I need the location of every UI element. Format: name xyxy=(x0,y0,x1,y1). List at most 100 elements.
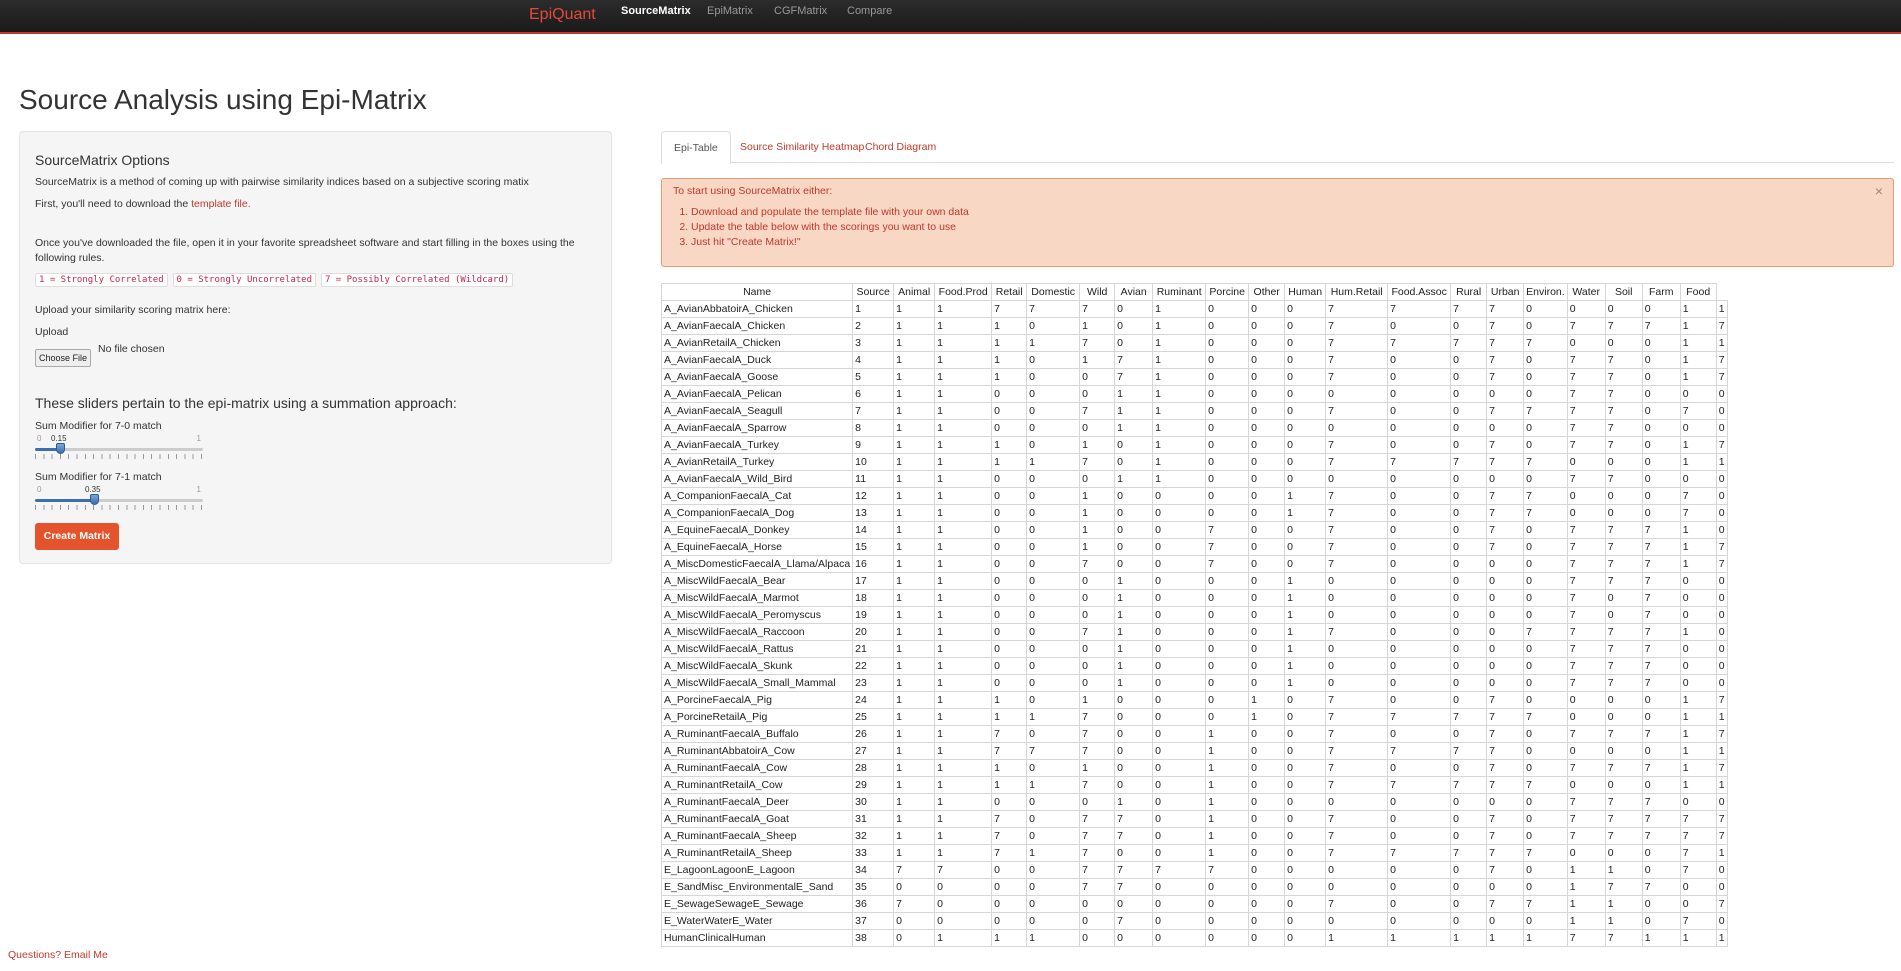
score-cell[interactable]: 0 xyxy=(1641,708,1681,726)
score-cell[interactable]: 7 xyxy=(1325,827,1389,845)
score-cell[interactable]: 0 xyxy=(991,640,1028,658)
score-cell[interactable]: 0 xyxy=(1450,419,1488,437)
score-cell[interactable]: 0 xyxy=(1079,368,1116,386)
score-cell[interactable]: 0 xyxy=(1248,368,1286,386)
score-cell[interactable]: 0 xyxy=(1715,385,1728,403)
score-cell[interactable]: 0 xyxy=(1248,606,1286,624)
score-cell[interactable]: 0 xyxy=(1284,555,1327,573)
score-cell[interactable]: 1 xyxy=(893,300,936,318)
score-cell[interactable]: 0 xyxy=(1387,521,1452,539)
score-cell[interactable]: 0 xyxy=(991,572,1028,590)
score-cell[interactable]: 0 xyxy=(1641,861,1681,879)
score-cell[interactable]: 7 xyxy=(1523,453,1568,471)
score-cell[interactable]: 0 xyxy=(1114,317,1154,335)
score-cell[interactable]: 0 xyxy=(1284,368,1327,386)
score-cell[interactable]: 1 xyxy=(1679,521,1717,539)
score-cell[interactable]: 1 xyxy=(1679,300,1717,318)
score-cell[interactable]: 0 xyxy=(1450,810,1488,828)
score-cell[interactable]: 7 xyxy=(991,300,1028,318)
score-cell[interactable]: 0 xyxy=(1450,368,1488,386)
score-cell[interactable]: 0 xyxy=(1026,759,1081,777)
score-cell[interactable]: 1 xyxy=(1566,861,1606,879)
score-cell[interactable]: 1 xyxy=(1248,691,1286,709)
score-cell[interactable]: 1 xyxy=(991,368,1028,386)
score-cell[interactable]: 0 xyxy=(1205,470,1250,488)
score-cell[interactable]: 0 xyxy=(991,538,1028,556)
score-cell[interactable]: 0 xyxy=(991,912,1028,930)
score-cell[interactable]: 0 xyxy=(1604,300,1643,318)
score-cell[interactable]: 1 xyxy=(1205,742,1250,760)
score-cell[interactable]: 7 xyxy=(1325,776,1389,794)
score-cell[interactable]: 7 xyxy=(1641,606,1681,624)
score-cell[interactable]: 1 xyxy=(1715,300,1728,318)
score-cell[interactable]: 7 xyxy=(1486,691,1525,709)
score-cell[interactable]: 1 xyxy=(893,640,936,658)
score-cell[interactable]: 1 xyxy=(934,623,993,641)
score-cell[interactable]: 0 xyxy=(991,589,1028,607)
score-cell[interactable]: 0 xyxy=(1284,419,1327,437)
score-cell[interactable]: 7 xyxy=(1566,317,1606,335)
score-cell[interactable]: 0 xyxy=(1325,589,1389,607)
score-cell[interactable]: 1 xyxy=(1715,742,1728,760)
score-cell[interactable]: 0 xyxy=(1152,725,1207,743)
score-cell[interactable]: 7 xyxy=(1486,436,1525,454)
score-cell[interactable]: 0 xyxy=(1715,674,1728,692)
score-cell[interactable]: 1 xyxy=(893,589,936,607)
score-cell[interactable]: 1 xyxy=(1114,572,1154,590)
score-cell[interactable]: 0 xyxy=(1248,810,1286,828)
score-cell[interactable]: 7 xyxy=(1079,623,1116,641)
score-cell[interactable]: 0 xyxy=(1387,912,1452,930)
score-cell[interactable]: 7 xyxy=(1679,827,1717,845)
score-cell[interactable]: 0 xyxy=(1284,776,1327,794)
score-cell[interactable]: 1 xyxy=(893,317,936,335)
score-cell[interactable]: 0 xyxy=(1152,793,1207,811)
score-cell[interactable]: 0 xyxy=(1450,895,1488,913)
score-cell[interactable]: 0 xyxy=(1523,606,1568,624)
score-cell[interactable]: 0 xyxy=(1248,470,1286,488)
score-cell[interactable]: 0 xyxy=(1523,589,1568,607)
score-cell[interactable]: 1 xyxy=(893,487,936,505)
score-cell[interactable]: 7 xyxy=(1604,810,1643,828)
score-cell[interactable]: 0 xyxy=(1248,742,1286,760)
score-cell[interactable]: 0 xyxy=(1387,691,1452,709)
score-cell[interactable]: 7 xyxy=(1026,300,1081,318)
score-cell[interactable]: 7 xyxy=(1079,776,1116,794)
score-cell[interactable]: 0 xyxy=(1387,878,1452,896)
score-cell[interactable]: 1 xyxy=(1079,487,1116,505)
score-cell[interactable]: 0 xyxy=(991,861,1028,879)
score-cell[interactable]: 7 xyxy=(1387,708,1452,726)
score-cell[interactable]: 34 xyxy=(852,861,895,879)
score-cell[interactable]: 0 xyxy=(1715,861,1728,879)
score-cell[interactable]: 0 xyxy=(1387,793,1452,811)
score-cell[interactable]: 0 xyxy=(1715,623,1728,641)
score-cell[interactable]: 1 xyxy=(893,827,936,845)
score-cell[interactable]: 0 xyxy=(1026,487,1081,505)
score-cell[interactable]: 0 xyxy=(1486,385,1525,403)
score-cell[interactable]: 0 xyxy=(1026,572,1081,590)
score-cell[interactable]: 0 xyxy=(1325,912,1389,930)
score-cell[interactable]: 1 xyxy=(1114,402,1154,420)
score-cell[interactable]: 1 xyxy=(893,555,936,573)
score-cell[interactable]: 7 xyxy=(1566,640,1606,658)
score-cell[interactable]: 1 xyxy=(1284,487,1327,505)
score-cell[interactable]: 1 xyxy=(934,351,993,369)
score-cell[interactable]: 1 xyxy=(1679,708,1717,726)
score-cell[interactable]: 1 xyxy=(893,691,936,709)
nav-cgfmatrix[interactable]: CGFMatrix xyxy=(774,5,827,17)
score-cell[interactable]: 1 xyxy=(1679,759,1717,777)
score-cell[interactable]: 7 xyxy=(1114,878,1154,896)
score-cell[interactable]: 0 xyxy=(1205,402,1250,420)
score-cell[interactable]: 1 xyxy=(893,776,936,794)
score-cell[interactable]: 0 xyxy=(1523,759,1568,777)
score-cell[interactable]: 1 xyxy=(934,572,993,590)
score-cell[interactable]: 7 xyxy=(1566,793,1606,811)
nav-sourcematrix[interactable]: SourceMatrix xyxy=(621,5,691,17)
score-cell[interactable]: 1 xyxy=(1205,844,1250,862)
score-cell[interactable]: 1 xyxy=(1679,623,1717,641)
score-cell[interactable]: 36 xyxy=(852,895,895,913)
score-cell[interactable]: 1 xyxy=(1152,300,1207,318)
score-cell[interactable]: 1 xyxy=(1604,861,1643,879)
score-cell[interactable]: 0 xyxy=(1387,589,1452,607)
score-cell[interactable]: 16 xyxy=(852,555,895,573)
score-cell[interactable]: 1 xyxy=(934,334,993,352)
